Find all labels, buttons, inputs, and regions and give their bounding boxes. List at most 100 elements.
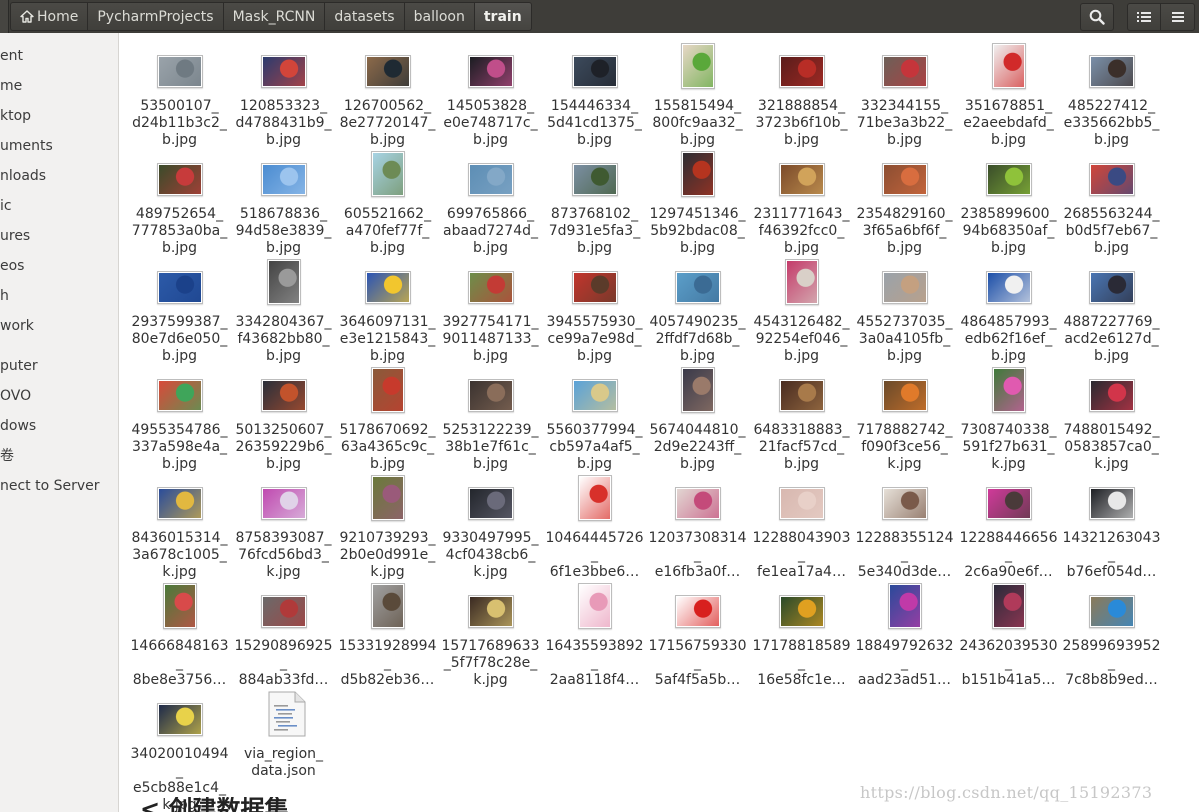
file-item[interactable]: 351678851_ e2aeebdafd_ b.jpg [957, 41, 1060, 149]
file-name-label: 120853323_ d4788431b9_ b.jpg [235, 98, 332, 148]
file-item[interactable]: 4887227769_ acd2e6127d_ b.jpg [1060, 257, 1163, 365]
file-item[interactable]: 14666848163 _ 8be8e3756… [128, 581, 231, 689]
file-item[interactable]: 873768102_ 7d931e5fa3_ b.jpg [543, 149, 646, 257]
file-item[interactable]: 4057490235_ 2ffdf7d68b_ b.jpg [646, 257, 749, 365]
file-item[interactable]: 3927754171_ 9011487133_ b.jpg [439, 257, 542, 365]
breadcrumb-datasets[interactable]: datasets [324, 2, 404, 31]
file-item[interactable]: 7178882742_ f090f3ce56_ k.jpg [853, 365, 956, 473]
file-name-label: 155815494_ 800fc9aa32_ b.jpg [652, 98, 743, 148]
file-item[interactable]: 9210739293_ 2b0e0d991e_ k.jpg [336, 473, 439, 581]
file-item[interactable]: 155815494_ 800fc9aa32_ b.jpg [646, 41, 749, 149]
file-name-label: 6483318883_ 21facf57cd_ b.jpg [753, 422, 850, 472]
image-thumbnail [778, 379, 825, 412]
image-thumbnail [260, 163, 307, 196]
file-item[interactable]: 5178670692_ 63a4365c9c_ b.jpg [336, 365, 439, 473]
sidebar-item-downloads[interactable]: nloads [0, 165, 46, 187]
file-item-json[interactable]: via_region_ data.json [232, 689, 335, 797]
search-icon [1089, 9, 1105, 25]
file-item[interactable]: 126700562_ 8e27720147_ b.jpg [336, 41, 439, 149]
file-item[interactable]: 18849792632 _ aad23ad51… [853, 581, 956, 689]
sidebar-item-videos[interactable]: eos [0, 255, 24, 277]
file-item[interactable]: 17178818589 _ 16e58fc1e… [750, 581, 853, 689]
file-item[interactable]: 17156759330 _ 5af4f5a5b… [646, 581, 749, 689]
breadcrumb-pycharmprojects[interactable]: PycharmProjects [87, 2, 223, 31]
file-item[interactable]: 3945575930_ ce99a7e98d_ b.jpg [543, 257, 646, 365]
back-button-edge[interactable] [0, 0, 9, 33]
sidebar-item-desktop[interactable]: ktop [0, 105, 31, 127]
file-item[interactable]: 5013250607_ 26359229b6_ b.jpg [232, 365, 335, 473]
file-item[interactable]: 5674044810_ 2d9e2243ff_ b.jpg [646, 365, 749, 473]
sidebar-item-trash[interactable]: h [0, 285, 9, 307]
file-item[interactable]: 15331928994 _ d5b82eb36… [336, 581, 439, 689]
sidebar-item-volume[interactable]: 卷 [0, 445, 14, 467]
file-item[interactable]: 15717689633 _5f7f78c28e_ k.jpg [439, 581, 542, 689]
file-item[interactable]: 6483318883_ 21facf57cd_ b.jpg [750, 365, 853, 473]
breadcrumb-mask-rcnn[interactable]: Mask_RCNN [222, 2, 325, 31]
file-name-label: 16435593892 _ 2aa8118f4… [545, 638, 644, 688]
file-item[interactable]: 4955354786_ 337a598e4a_ b.jpg [128, 365, 231, 473]
sidebar-item-pictures[interactable]: ures [0, 225, 30, 247]
file-item[interactable]: 16435593892 _ 2aa8118f4… [543, 581, 646, 689]
sidebar-item-lenovo[interactable]: OVO [0, 385, 31, 407]
file-item[interactable]: 12288355124 _ 5e340d3de… [853, 473, 956, 581]
file-item[interactable]: 332344155_ 71be3a3b22_ b.jpg [853, 41, 956, 149]
file-item[interactable]: 4552737035_ 3a0a4105fb_ b.jpg [853, 257, 956, 365]
file-item[interactable]: 12288043903 _ fe1ea17a4… [750, 473, 853, 581]
file-item[interactable]: 3646097131_ e3e1215843_ b.jpg [336, 257, 439, 365]
image-thumbnail [162, 583, 197, 629]
file-item[interactable]: 25899693952 _ 7c8b8b9ed… [1060, 581, 1163, 689]
file-item[interactable]: 14321263043 _ b76ef054d… [1060, 473, 1163, 581]
sidebar-item-recent[interactable]: ent [0, 45, 23, 67]
sidebar-item-home[interactable]: me [0, 75, 22, 97]
file-item[interactable]: 154446334_ 5d41cd1375_ b.jpg [543, 41, 646, 149]
file-item[interactable]: 8758393087_ 76fcd56bd3_ k.jpg [232, 473, 335, 581]
image-thumbnail [260, 55, 307, 88]
breadcrumb-train[interactable]: train [473, 2, 532, 31]
breadcrumb-home-label: Home [37, 8, 79, 25]
sidebar-item-windows[interactable]: dows [0, 415, 36, 437]
file-item[interactable]: 4543126482_ 92254ef046_ b.jpg [750, 257, 853, 365]
sidebar-item-documents[interactable]: uments [0, 135, 53, 157]
file-item[interactable]: 9330497995_ 4cf0438cb6_ k.jpg [439, 473, 542, 581]
file-item[interactable]: 489752654_ 777853a0ba_ b.jpg [128, 149, 231, 257]
file-item[interactable]: 12037308314 _ e16fb3a0f… [646, 473, 749, 581]
image-thumbnail [370, 151, 405, 197]
sidebar-item-music[interactable]: ic [0, 195, 12, 217]
file-item[interactable]: 321888854_ 3723b6f10b_ b.jpg [750, 41, 853, 149]
file-item[interactable]: 12288446656 _ 2c6a90e6f… [957, 473, 1060, 581]
file-item[interactable]: 10464445726 _ 6f1e3bbe6… [543, 473, 646, 581]
file-item[interactable]: 2354829160_ 3f65a6bf6f_ b.jpg [853, 149, 956, 257]
sidebar-item-network[interactable]: work [0, 315, 34, 337]
file-item[interactable]: 145053828_ e0e748717c_ b.jpg [439, 41, 542, 149]
image-thumbnail [680, 43, 715, 89]
file-item[interactable]: 2937599387_ 80e7d6e050_ b.jpg [128, 257, 231, 365]
file-item[interactable]: 2311771643_ f46392fcc0_ b.jpg [750, 149, 853, 257]
file-item[interactable]: 24362039530 _ b151b41a5… [957, 581, 1060, 689]
file-item[interactable]: 485227412_ e335662bb5_ b.jpg [1060, 41, 1163, 149]
file-item[interactable]: 518678836_ 94d58e3839_ b.jpg [232, 149, 335, 257]
list-view-button[interactable] [1127, 2, 1161, 31]
file-item[interactable]: 7488015492_ 0583857ca0_ k.jpg [1060, 365, 1163, 473]
file-item[interactable]: 15290896925 _ 884ab33fd… [232, 581, 335, 689]
file-item[interactable]: 53500107_ d24b11b3c2_ b.jpg [128, 41, 231, 149]
file-item[interactable]: 120853323_ d4788431b9_ b.jpg [232, 41, 335, 149]
image-thumbnail [991, 583, 1026, 629]
breadcrumb-home[interactable]: Home [10, 2, 88, 31]
file-item[interactable]: 5253122239_ 38b1e7f61c_ b.jpg [439, 365, 542, 473]
file-item[interactable]: 4864857993_ edb62f16ef_ b.jpg [957, 257, 1060, 365]
file-item[interactable]: 2685563244_ b0d5f7eb67_ b.jpg [1060, 149, 1163, 257]
menu-button[interactable] [1161, 2, 1195, 31]
sidebar-item-connect-to-server[interactable]: nect to Server [0, 475, 100, 497]
file-item[interactable]: 1297451346_ 5b92bdac08_ b.jpg [646, 149, 749, 257]
file-item[interactable]: 5560377994_ cb597a4af5_ b.jpg [543, 365, 646, 473]
search-button[interactable] [1080, 2, 1114, 31]
file-item[interactable]: 605521662_ a470fef77f_ b.jpg [336, 149, 439, 257]
file-item[interactable]: 7308740338_ 591f27b631_ k.jpg [957, 365, 1060, 473]
file-item[interactable]: 2385899600_ 94b68350af_ b.jpg [957, 149, 1060, 257]
file-item[interactable]: 8436015314_ 3a678c1005_ k.jpg [128, 473, 231, 581]
file-item[interactable]: 34020010494 _ e5cb88e1c4_ k.jpg [128, 689, 231, 812]
breadcrumb-balloon[interactable]: balloon [403, 2, 474, 31]
file-item[interactable]: 3342804367_ f43682bb80_ b.jpg [232, 257, 335, 365]
file-item[interactable]: 699765866_ abaad7274d_ b.jpg [439, 149, 542, 257]
sidebar-item-computer[interactable]: puter [0, 355, 38, 377]
